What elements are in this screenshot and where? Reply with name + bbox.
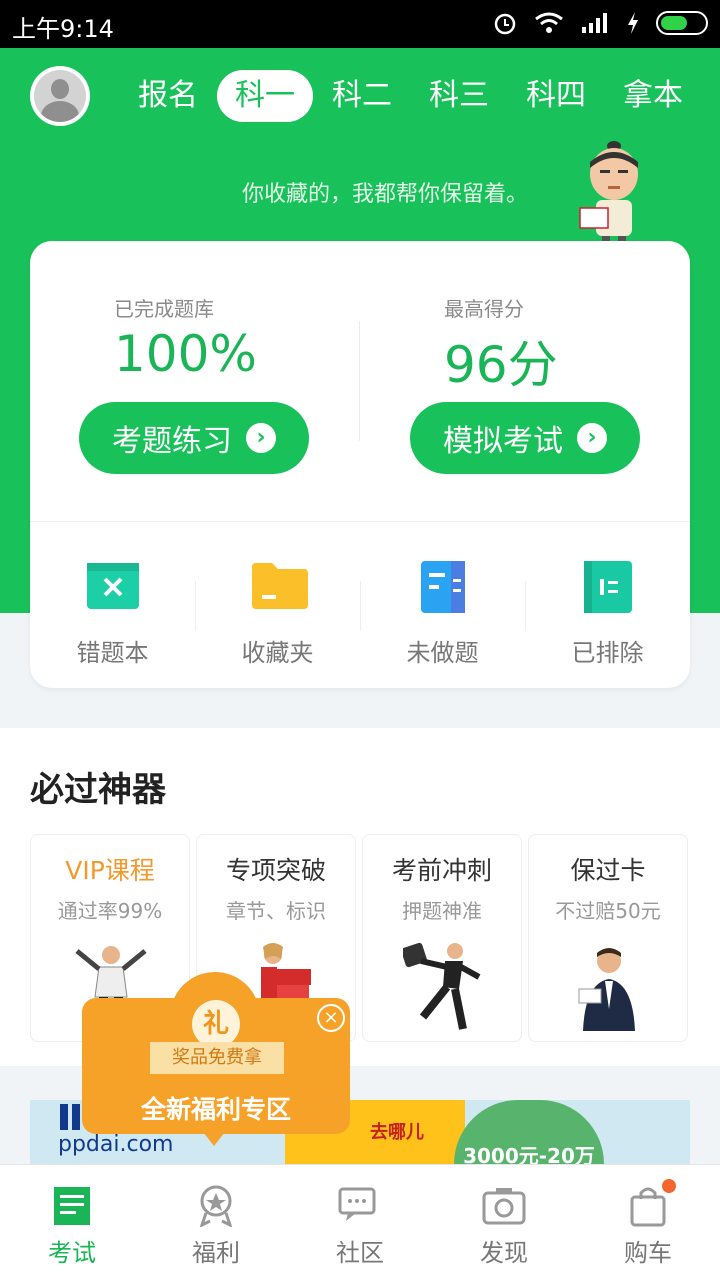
nav-community[interactable]: 社区 (288, 1165, 432, 1280)
battery-icon (656, 11, 708, 35)
feature-exam-sprint[interactable]: 考前冲刺 押题神准 (362, 834, 522, 1042)
nav-welfare[interactable]: 福利 (144, 1165, 288, 1280)
wrong-book-icon (85, 559, 141, 611)
best-score-value: 96分 (444, 336, 558, 394)
banner-slogan: 去哪儿 (370, 1122, 424, 1143)
best-score-label: 最高得分 (444, 297, 524, 321)
status-time: 上午9:14 (12, 15, 114, 43)
notification-dot (662, 1179, 676, 1193)
card-divider (30, 521, 690, 522)
banner-url: ppdai.com (58, 1132, 174, 1157)
status-bar: 上午9:14 (0, 0, 720, 48)
signal-icon (582, 13, 607, 33)
practice-button[interactable]: 考题练习 › (79, 402, 309, 474)
feature-title: 考前冲刺 (391, 856, 492, 885)
feature-subtitle: 不过赔50元 (555, 899, 661, 923)
feature-subtitle: 通过率99% (57, 899, 163, 923)
promo-popup-tail (200, 1128, 228, 1146)
running-man-illustration (403, 942, 481, 1030)
practice-button-label: 考题练习 (112, 424, 232, 459)
mock-exam-button[interactable]: 模拟考试 › (410, 402, 640, 474)
section-title: 必过神器 (30, 770, 166, 810)
tool-label: 错题本 (76, 639, 149, 667)
subject-tabs: 报名 科一 科二 科三 科四 拿本 (120, 70, 710, 124)
tab-subject-one[interactable]: 科一 (217, 70, 313, 122)
undone-icon (415, 559, 471, 613)
feature-subtitle: 章节、标识 (226, 899, 326, 923)
chat-icon (338, 1185, 382, 1227)
mock-exam-button-label: 模拟考试 (443, 424, 563, 459)
nav-label: 社区 (336, 1239, 384, 1267)
completed-label: 已完成题库 (114, 297, 214, 321)
bottom-nav: 考试 福利 社区 发现 购车 (0, 1164, 720, 1280)
nav-buy-car[interactable]: 购车 (576, 1165, 720, 1280)
tool-favorites[interactable]: 收藏夹 (195, 559, 360, 668)
wifi-icon (535, 12, 563, 33)
nav-label: 发现 (480, 1239, 528, 1267)
feature-pass-card[interactable]: 保过卡 不过赔50元 (528, 834, 688, 1042)
charging-icon (628, 12, 638, 34)
nav-label: 考试 (48, 1239, 96, 1267)
promo-ribbon: 奖品免费拿 (150, 1042, 284, 1074)
tool-undone[interactable]: 未做题 (360, 559, 525, 668)
completed-value: 100% (114, 325, 257, 383)
card-man-illustration (578, 948, 635, 1031)
nav-label: 购车 (624, 1239, 672, 1267)
camera-icon (482, 1185, 526, 1227)
status-icons (492, 10, 708, 36)
slogan-text: 你收藏的，我都帮你保留着。 (242, 182, 529, 207)
tab-get-license[interactable]: 拿本 (605, 70, 701, 122)
nav-exam[interactable]: 考试 (0, 1165, 144, 1280)
excluded-icon (580, 559, 636, 613)
tool-excluded[interactable]: 已排除 (525, 559, 690, 668)
feature-title: VIP课程 (65, 856, 155, 885)
nav-label: 福利 (192, 1239, 240, 1267)
shopping-bag-icon (626, 1179, 676, 1227)
close-icon[interactable]: × (317, 1004, 345, 1032)
medal-icon (194, 1185, 238, 1228)
exam-icon (50, 1185, 94, 1227)
chevron-right-icon: › (246, 423, 276, 453)
banner-amount: 3000元-20万 (454, 1100, 604, 1164)
gift-icon: 礼 (192, 1000, 240, 1048)
feature-title: 专项突破 (225, 856, 326, 885)
feature-title: 保过卡 (570, 856, 646, 885)
tab-subject-three[interactable]: 科三 (411, 70, 507, 122)
tab-signup[interactable]: 报名 (120, 70, 216, 122)
tool-label: 收藏夹 (241, 639, 314, 667)
tab-subject-four[interactable]: 科四 (508, 70, 604, 122)
tool-label: 已排除 (571, 639, 644, 667)
stats-divider (359, 321, 360, 441)
folder-icon (250, 559, 308, 611)
chevron-right-icon: › (577, 423, 607, 453)
tool-wrong-book[interactable]: 错题本 (30, 559, 195, 668)
tool-label: 未做题 (406, 639, 479, 667)
feature-subtitle: 押题神准 (402, 899, 482, 923)
tab-subject-two[interactable]: 科二 (314, 70, 410, 122)
nav-discover[interactable]: 发现 (432, 1165, 576, 1280)
user-avatar[interactable] (30, 66, 90, 126)
alarm-icon (494, 13, 516, 35)
progress-card: 已完成题库 100% 最高得分 96分 考题练习 › 模拟考试 › 错题本 收藏… (30, 241, 690, 688)
promo-title[interactable]: 全新福利专区 (82, 1090, 350, 1126)
